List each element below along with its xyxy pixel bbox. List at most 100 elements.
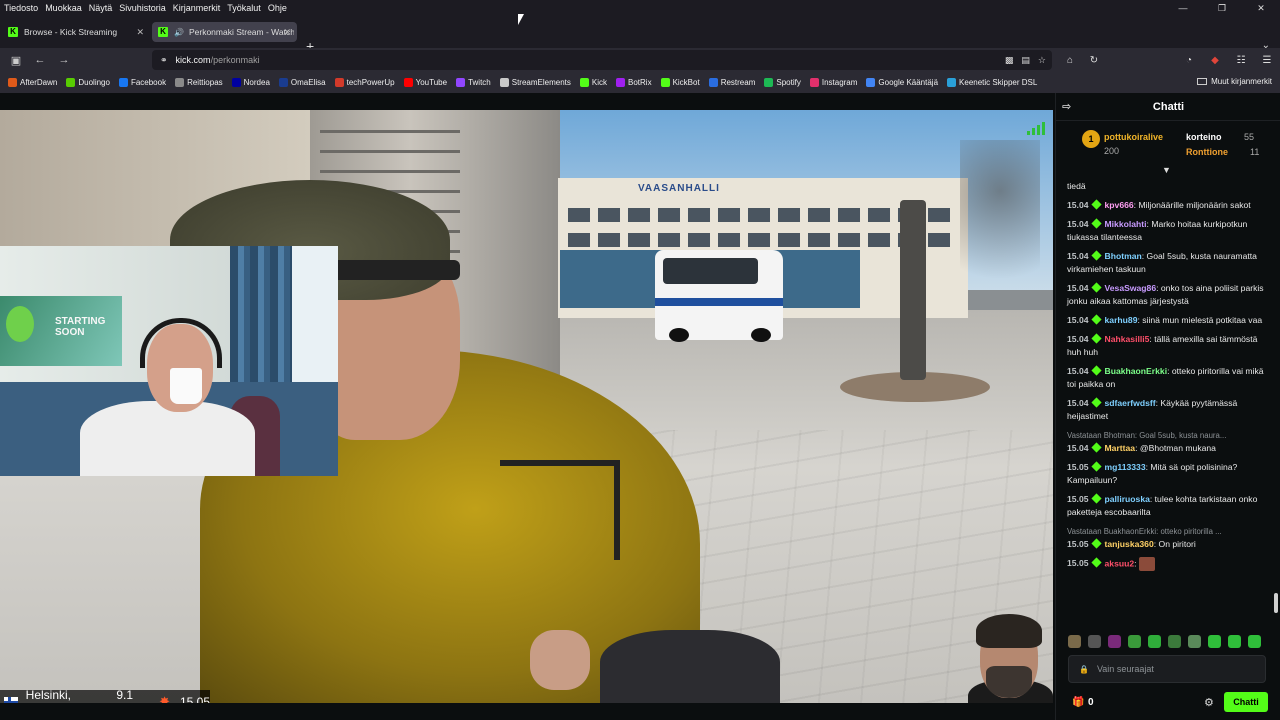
menu-view[interactable]: Näytä	[89, 3, 113, 13]
chat-scrollbar[interactable]	[1274, 593, 1278, 613]
url-bar[interactable]: ⚭ kick.com/perkonmaki ▩ ▤ ☆	[152, 50, 1052, 70]
leader-name[interactable]: korteino	[1186, 132, 1222, 142]
subscriber-badge-icon	[1090, 365, 1102, 376]
bookmark-favicon-icon	[118, 78, 128, 87]
close-window-icon[interactable]: ✕	[1245, 0, 1277, 16]
emote-icon[interactable]	[1068, 635, 1081, 648]
chat-settings-icon[interactable]: ⚙	[1204, 696, 1214, 709]
bookmark-item[interactable]: Spotify	[764, 78, 801, 87]
reload-icon[interactable]: ↻	[1082, 55, 1106, 66]
message-username[interactable]: Nahkasilli5	[1105, 334, 1150, 344]
tab-browse[interactable]: K Browse - Kick Streaming ✕	[0, 22, 150, 42]
bookmark-item[interactable]: Facebook	[118, 78, 166, 87]
reply-preview[interactable]: Vastataan BuakhaonErkki: otteko piritori…	[1067, 525, 1265, 538]
reader-view-icon[interactable]: ▤	[1021, 55, 1030, 66]
menu-bookmarks[interactable]: Kirjanmerkit	[173, 3, 221, 13]
gift-count: 0	[1088, 696, 1094, 708]
other-bookmarks[interactable]: Muut kirjanmerkit	[1197, 77, 1272, 86]
menu-history[interactable]: Sivuhistoria	[119, 3, 166, 13]
menu-tools[interactable]: Työkalut	[227, 3, 261, 13]
bookmark-item[interactable]: Reittiopas	[175, 78, 223, 87]
tab-close-icon[interactable]: ✕	[136, 27, 144, 38]
leader-name[interactable]: pottukoiralive	[1104, 132, 1163, 142]
menu-file[interactable]: Tiedosto	[4, 3, 38, 13]
message-text: @Bhotman mukana	[1139, 443, 1216, 453]
bookmark-favicon-icon	[809, 78, 819, 87]
message-time: 15.04	[1067, 398, 1089, 408]
message-username[interactable]: VesaSwag86	[1105, 283, 1157, 293]
back-button[interactable]: ←	[28, 54, 52, 66]
bookmark-item[interactable]: YouTube	[403, 78, 447, 87]
extension-red-icon[interactable]: ◆	[1202, 55, 1228, 66]
leader-name[interactable]: Ronttione	[1186, 147, 1228, 157]
message-username[interactable]: palliruoska	[1105, 494, 1150, 504]
bookmark-favicon-icon	[947, 78, 957, 87]
extension-icon[interactable]: ◔	[1176, 55, 1202, 66]
message-username[interactable]: aksuu2	[1105, 558, 1135, 568]
bookmark-item[interactable]: Google Kääntäjä	[866, 78, 938, 87]
chat-message: 15.04 karhu89: siinä mun mielestä potkita…	[1067, 314, 1263, 325]
emote-icon[interactable]	[1088, 635, 1101, 648]
url-host: kick.com	[175, 55, 211, 65]
bookmark-item[interactable]: Duolingo	[66, 78, 110, 87]
extensions-puzzle-icon[interactable]: ☷	[1228, 55, 1254, 66]
message-username[interactable]: Mikkolahti	[1105, 219, 1147, 229]
emote-icon[interactable]	[1128, 635, 1141, 648]
bookmark-star-icon[interactable]: ☆	[1038, 55, 1046, 66]
bookmark-favicon-icon	[66, 78, 76, 87]
emote-icon[interactable]	[1248, 635, 1261, 648]
bookmark-item[interactable]: Twitch	[456, 78, 491, 87]
reply-preview[interactable]: Vastataan Bhotman: Goal 5sub, kusta naur…	[1067, 429, 1265, 442]
emote-icon[interactable]	[1108, 635, 1121, 648]
picture-in-picture-icon[interactable]: ▩	[1005, 55, 1014, 66]
message-time: 15.04	[1067, 283, 1089, 293]
bookmark-item[interactable]: techPowerUp	[334, 78, 395, 87]
finland-flag-icon	[4, 697, 18, 703]
collapse-chat-icon[interactable]: ⇨	[1062, 100, 1071, 113]
bookmark-item[interactable]: StreamElements	[499, 78, 571, 87]
tab-close-icon[interactable]: ✕	[283, 27, 291, 38]
bookmark-item[interactable]: Instagram	[809, 78, 857, 87]
bookmark-label: OmaElisa	[290, 78, 326, 87]
app-menu-icon[interactable]: ☰	[1254, 55, 1280, 66]
message-username[interactable]: tanjuska360	[1105, 539, 1154, 549]
chat-input[interactable]: 🔒 Vain seuraajat	[1068, 655, 1266, 683]
menu-help[interactable]: Ohje	[268, 3, 287, 13]
emote-icon[interactable]	[1188, 635, 1201, 648]
emote-icon[interactable]	[1168, 635, 1181, 648]
bookmark-label: Duolingo	[78, 78, 110, 87]
video-player[interactable]: VAASANHALLI STARTING SOON Helsinki, 9.1 …	[0, 110, 1053, 703]
audio-playing-icon[interactable]: 🔊	[174, 28, 184, 37]
message-username[interactable]: karhu89	[1105, 315, 1138, 325]
message-username[interactable]: BuakhaonErkki	[1105, 366, 1168, 376]
tab-perkonmaki[interactable]: K 🔊 Perkonmaki Stream - Watch ✕	[152, 22, 297, 42]
emote-icon[interactable]	[1148, 635, 1161, 648]
message-username[interactable]: Marttaa	[1105, 443, 1136, 453]
bookmark-item[interactable]: OmaElisa	[278, 78, 326, 87]
forward-button[interactable]: →	[52, 54, 76, 66]
bookmark-item[interactable]: AfterDawn	[8, 78, 57, 87]
message-username[interactable]: Bhotman	[1105, 251, 1142, 261]
weather-temp: 9.1 °C	[116, 688, 134, 703]
message-username[interactable]: kpv666	[1105, 200, 1134, 210]
pinned-toggle-icon[interactable]: ▼	[1162, 165, 1171, 175]
site-info-icon[interactable]: ⚭	[160, 55, 168, 66]
message-username[interactable]: mg113333	[1105, 462, 1146, 472]
emote-icon[interactable]	[1208, 635, 1221, 648]
emote-icon[interactable]	[1228, 635, 1241, 648]
message-username[interactable]: sdfaerfwdsff	[1105, 398, 1156, 408]
send-chat-button[interactable]: Chatti	[1224, 692, 1268, 712]
minimize-icon[interactable]: —	[1167, 0, 1199, 16]
bookmark-item[interactable]: BotRix	[616, 78, 652, 87]
bookmark-item[interactable]: Kick	[579, 78, 607, 87]
bookmark-item[interactable]: Restream	[708, 78, 755, 87]
home-icon[interactable]: ⌂	[1058, 55, 1082, 66]
restore-icon[interactable]: ❐	[1206, 0, 1238, 16]
bookmark-item[interactable]: KickBot	[660, 78, 700, 87]
bookmark-item[interactable]: Keenetic Skipper DSL	[947, 78, 1037, 87]
bookmark-item[interactable]: Nordea	[231, 78, 270, 87]
sidebar-toggle-icon[interactable]: ▣	[4, 54, 28, 67]
gift-icon[interactable]: 🎁	[1072, 697, 1084, 708]
menu-edit[interactable]: Muokkaa	[45, 3, 82, 13]
bookmark-favicon-icon	[764, 78, 774, 87]
